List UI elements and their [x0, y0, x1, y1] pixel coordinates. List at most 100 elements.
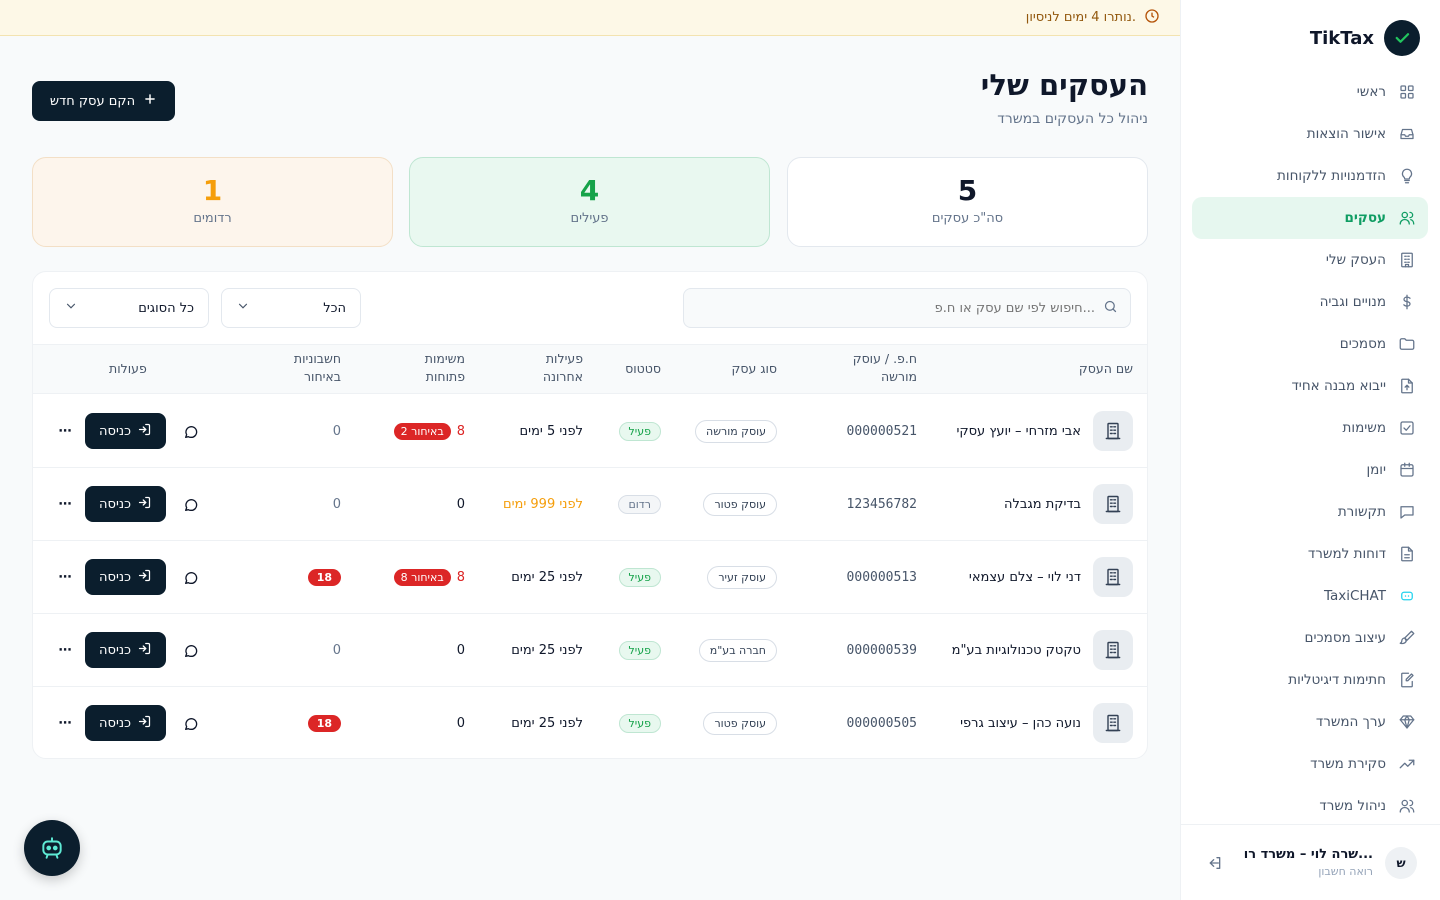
enter-label: כניסה	[99, 715, 131, 731]
sidebar-item-building[interactable]: העסק שלי	[1192, 239, 1428, 281]
business-name-cell[interactable]: דני לוי – צלם עצמאי	[941, 541, 1081, 614]
user-role: רואה חשבון	[1318, 865, 1373, 878]
table-row[interactable]: דני לוי – צלם עצמאי 000000513 עוסק זעיר פעי…	[33, 541, 1147, 614]
sidebar-nav: ראשי אישור הוצאות הזדמנויות ללקוחות עסקים הע…	[1192, 71, 1428, 827]
business-name-cell[interactable]: נועה כהן – עיצוב גרפי	[941, 687, 1081, 758]
logout-icon[interactable]	[1205, 853, 1225, 873]
lightbulb-icon	[1398, 167, 1416, 185]
business-name-cell[interactable]: טקטק טכנולוגיות בע"מ	[941, 614, 1081, 687]
header-tasks: משימות פתוחות	[424, 351, 465, 384]
check-logo-icon	[1384, 20, 1420, 56]
chat-icon[interactable]	[181, 395, 201, 468]
chat-icon[interactable]	[181, 468, 201, 541]
business-type-badge: עוסק מורשה	[695, 420, 777, 443]
chat-bot-button[interactable]	[24, 820, 80, 876]
sidebar-item-signature[interactable]: חתימות דיגיטליות	[1192, 659, 1428, 701]
building-icon	[1093, 703, 1133, 743]
business-id: 000000521	[846, 424, 917, 439]
sidebar-item-file-upload[interactable]: ייבוא מבנה אחיד	[1192, 365, 1428, 407]
enter-business-button[interactable]: כניסה	[85, 486, 166, 522]
more-actions-icon[interactable]: ⋯	[55, 541, 75, 614]
late-invoices-count: 0	[332, 643, 341, 658]
sidebar-item-dollar[interactable]: מנויים וגביה	[1192, 281, 1428, 323]
open-tasks-cell: 8 באיחור 8	[393, 541, 465, 614]
stat-dormant-card[interactable]: 1 רדומים	[32, 157, 393, 247]
avatar[interactable]: ש	[1385, 846, 1417, 879]
sidebar-item-label: אישור הוצאות	[1306, 126, 1386, 142]
header-actions: פעולות	[109, 361, 147, 376]
sidebar-item-message[interactable]: תקשורת	[1192, 491, 1428, 533]
late-invoices-count: 0	[332, 497, 341, 512]
header-activity: פעילות אחרונה	[542, 351, 583, 384]
trial-banner: נותרו 4 ימים לניסיון.	[0, 0, 1180, 36]
enter-label: כניסה	[99, 423, 131, 439]
sidebar-item-team[interactable]: ניהול משרד	[1192, 785, 1428, 827]
page-subtitle: ניהול כל העסקים במשרד	[997, 111, 1148, 127]
header-name[interactable]: שם העסק	[1079, 360, 1133, 378]
sidebar-item-lightbulb[interactable]: הזדמנויות ללקוחות	[1192, 155, 1428, 197]
business-type-cell: עוסק מורשה	[677, 395, 777, 468]
sidebar-item-checkbox[interactable]: משימות	[1192, 407, 1428, 449]
plus-icon	[143, 92, 157, 110]
header-type: סוג עסק	[731, 361, 777, 376]
more-actions-icon[interactable]: ⋯	[55, 614, 75, 687]
login-icon	[137, 495, 152, 514]
status-badge: פעיל	[618, 422, 661, 441]
sidebar-item-grid[interactable]: ראשי	[1192, 71, 1428, 113]
app-name: TikTax	[1309, 27, 1374, 49]
more-actions-icon[interactable]: ⋯	[55, 468, 75, 541]
brush-icon	[1398, 629, 1416, 647]
stats-row: 5 סה"כ עסקים 4 פעילים 1 רדומים	[32, 157, 1148, 247]
enter-business-button[interactable]: כניסה	[85, 705, 166, 741]
app-logo[interactable]: TikTax	[1310, 20, 1420, 56]
open-tasks-count: 8	[456, 424, 465, 439]
sidebar-item-folder[interactable]: מסמכים	[1192, 323, 1428, 365]
sidebar-item-users[interactable]: עסקים	[1192, 197, 1428, 239]
table-row[interactable]: נועה כהן – עיצוב גרפי 000000505 עוסק פטור פ…	[33, 687, 1147, 758]
trend-icon	[1398, 755, 1416, 773]
status-cell: רדום	[618, 468, 661, 541]
sidebar-item-inbox[interactable]: אישור הוצאות	[1192, 113, 1428, 155]
business-name: בדיקת מגבלה	[1003, 496, 1081, 512]
business-type-badge: עוסק פטור	[703, 712, 777, 735]
search-input[interactable]	[696, 300, 1095, 316]
business-name: אבי מזרחי – יועץ עסקי	[956, 423, 1081, 439]
chat-icon[interactable]	[181, 541, 201, 614]
search-box[interactable]	[683, 288, 1131, 328]
building-icon	[1093, 630, 1133, 670]
sidebar-item-calendar[interactable]: יומן	[1192, 449, 1428, 491]
open-tasks-cell: 0	[457, 614, 465, 687]
status-filter-value: הכל	[323, 300, 346, 316]
open-tasks-cell: 0	[457, 468, 465, 541]
table-row[interactable]: טקטק טכנולוגיות בע"מ 000000539 חברה בע"מ פע…	[33, 614, 1147, 687]
stat-active-card[interactable]: 4 פעילים	[409, 157, 770, 247]
sidebar-item-report[interactable]: דוחות למשרד	[1192, 533, 1428, 575]
stat-total-card: 5 סה"כ עסקים	[787, 157, 1148, 247]
enter-business-button[interactable]: כניסה	[85, 559, 166, 595]
business-name-cell[interactable]: אבי מזרחי – יועץ עסקי	[941, 395, 1081, 468]
enter-business-button[interactable]: כניסה	[85, 413, 166, 449]
enter-business-button[interactable]: כניסה	[85, 632, 166, 668]
clock-icon	[1144, 8, 1160, 28]
report-icon	[1398, 545, 1416, 563]
type-filter-select[interactable]: כל הסוגים	[49, 288, 209, 328]
chat-icon[interactable]	[181, 687, 201, 758]
table-row[interactable]: אבי מזרחי – יועץ עסקי 000000521 עוסק מורשה…	[33, 395, 1147, 468]
stat-total-label: סה"כ עסקים	[931, 211, 1004, 226]
table-row[interactable]: בדיקת מגבלה 123456782 עוסק פטור רדום לפני 99…	[33, 468, 1147, 541]
more-actions-icon[interactable]: ⋯	[55, 395, 75, 468]
business-name-cell[interactable]: בדיקת מגבלה	[941, 468, 1081, 541]
last-activity: לפני 25 ימים	[511, 716, 583, 731]
sidebar-item-trend[interactable]: סקירת משרד	[1192, 743, 1428, 785]
chat-icon[interactable]	[181, 614, 201, 687]
open-tasks-count: 0	[456, 643, 465, 658]
sidebar-item-bot[interactable]: TaxiCHAT	[1192, 575, 1428, 617]
business-type-badge: עוסק פטור	[703, 493, 777, 516]
new-business-button[interactable]: הקם עסק חדש	[32, 81, 175, 121]
sidebar-item-label: חתימות דיגיטליות	[1288, 672, 1386, 688]
last-activity: לפני 25 ימים	[511, 570, 583, 585]
status-filter-select[interactable]: הכל	[221, 288, 361, 328]
more-actions-icon[interactable]: ⋯	[55, 687, 75, 758]
sidebar-item-diamond[interactable]: ערך המשרד	[1192, 701, 1428, 743]
sidebar-item-brush[interactable]: עיצוב מסמכים	[1192, 617, 1428, 659]
